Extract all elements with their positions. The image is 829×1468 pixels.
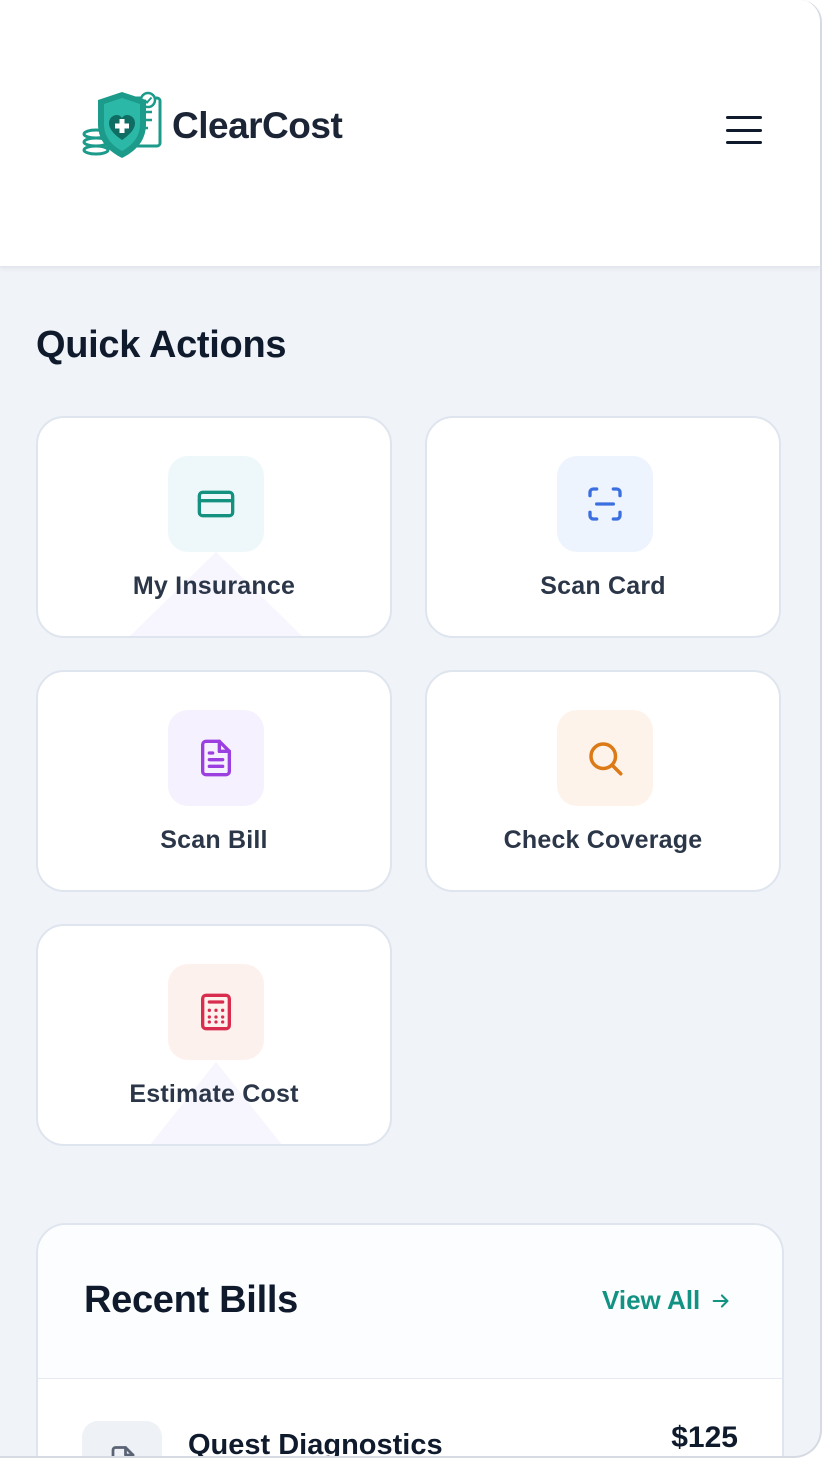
estimate-cost-icon-wrap <box>168 964 264 1060</box>
file-icon <box>111 1446 135 1456</box>
quick-action-scan-card[interactable]: Scan Card <box>425 416 781 638</box>
hamburger-menu-icon <box>726 116 762 119</box>
quick-action-label: Estimate Cost <box>129 1080 299 1108</box>
quick-action-label: Check Coverage <box>503 826 703 854</box>
quick-action-label: Scan Card <box>540 572 666 600</box>
quick-action-label: My Insurance <box>132 572 296 600</box>
quick-action-scan-bill[interactable]: Scan Bill <box>36 670 392 892</box>
calculator-icon <box>201 993 231 1031</box>
bill-provider: Quest Diagnostics <box>188 1429 443 1458</box>
search-icon <box>589 742 623 776</box>
quick-action-label: Scan Bill <box>160 826 268 854</box>
bill-row[interactable]: Quest Diagnostics $125 <box>38 1379 782 1458</box>
brand-name: ClearCost <box>172 105 343 146</box>
my-insurance-icon-wrap <box>168 456 264 552</box>
view-all-label: View All <box>602 1285 701 1315</box>
quick-action-estimate-cost[interactable]: Estimate Cost <box>36 924 392 1146</box>
scan-bill-icon-wrap <box>168 710 264 806</box>
app-frame: ClearCost Quick Actions My Insurance Sca… <box>0 0 822 1458</box>
quick-actions-title: Quick Actions <box>36 324 287 366</box>
quick-action-my-insurance[interactable]: My Insurance <box>36 416 392 638</box>
bill-icon-wrap <box>82 1421 162 1456</box>
app-header: ClearCost <box>0 0 820 267</box>
arrow-right-icon <box>712 1293 729 1308</box>
shield-heart-logo-icon <box>82 91 162 158</box>
view-all-link[interactable]: View All <box>602 1285 732 1316</box>
menu-button[interactable] <box>726 114 766 146</box>
bill-amount: $125 <box>671 1421 738 1454</box>
quick-action-check-coverage[interactable]: Check Coverage <box>425 670 781 892</box>
recent-bills-card: Recent Bills View All Quest Diagnostics … <box>36 1223 784 1458</box>
recent-bills-title: Recent Bills <box>84 1279 298 1321</box>
scan-icon <box>588 487 622 521</box>
check-coverage-icon-wrap <box>557 710 653 806</box>
document-icon <box>201 739 231 777</box>
app-logo[interactable]: ClearCost <box>82 88 343 164</box>
scan-card-icon-wrap <box>557 456 653 552</box>
credit-card-icon <box>197 490 235 518</box>
recent-bills-header: Recent Bills View All <box>38 1225 782 1379</box>
